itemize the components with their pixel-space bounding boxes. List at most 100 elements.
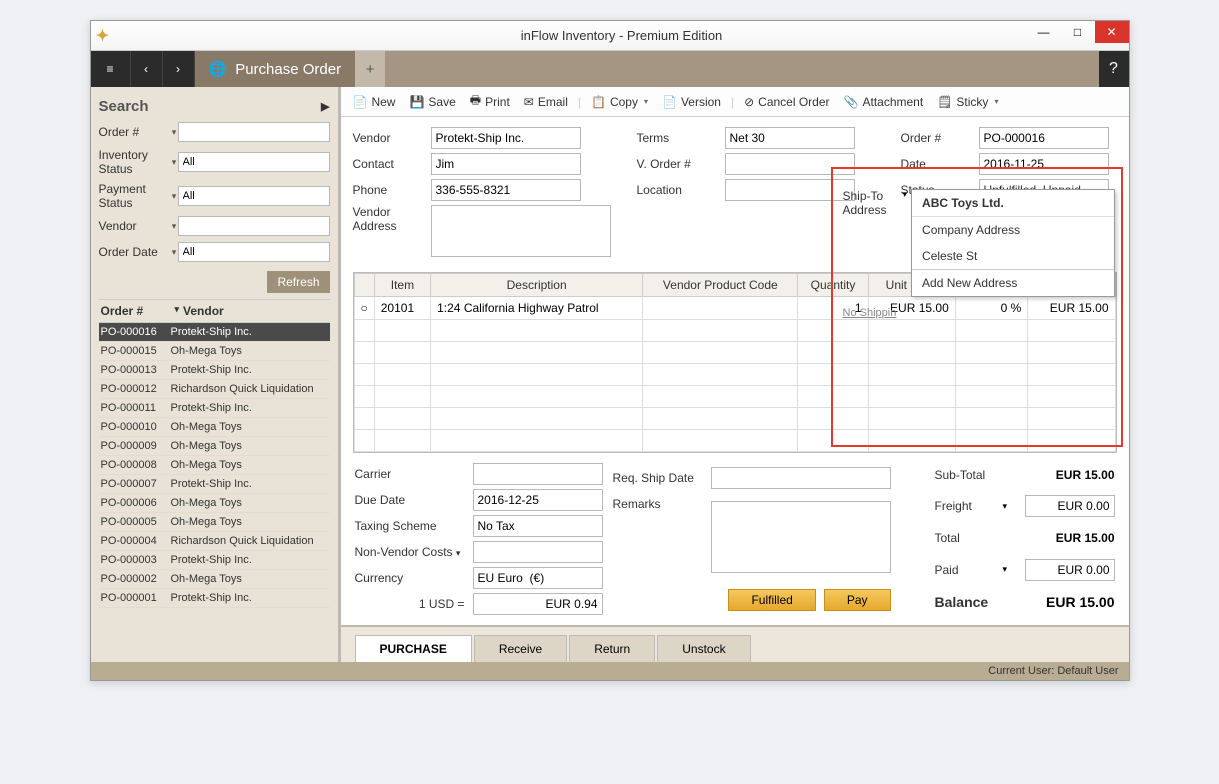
app-logo-icon: ✦ xyxy=(91,26,115,46)
status-bar: Current User: Default User xyxy=(91,662,1129,680)
cancel-icon: ⊘ xyxy=(744,95,754,109)
terms-input[interactable] xyxy=(725,127,855,149)
location-input[interactable] xyxy=(725,179,855,201)
orderno-input[interactable] xyxy=(979,127,1109,149)
shipto-option-addnew[interactable]: Add New Address xyxy=(912,270,1113,296)
remarks-input[interactable] xyxy=(711,501,891,573)
order-row[interactable]: PO-000008Oh-Mega Toys xyxy=(99,456,330,475)
search-header: Search ▶ xyxy=(99,93,330,119)
cancel-order-button[interactable]: ⊘Cancel Order xyxy=(738,93,835,111)
currency-input[interactable] xyxy=(473,567,603,589)
save-button[interactable]: 💾Save xyxy=(403,93,461,111)
phone-input[interactable] xyxy=(431,179,581,201)
copy-icon: 📋 xyxy=(591,95,606,109)
version-icon: 📄 xyxy=(662,95,677,109)
refresh-button[interactable]: Refresh xyxy=(267,271,329,293)
order-row[interactable]: PO-000004Richardson Quick Liquidation xyxy=(99,532,330,551)
order-row[interactable]: PO-000006Oh-Mega Toys xyxy=(99,494,330,513)
email-button[interactable]: ✉Email xyxy=(518,93,574,111)
bottom-form: Carrier Due Date Taxing Scheme Non-Vendo… xyxy=(341,453,1129,625)
window-title: inFlow Inventory - Premium Edition xyxy=(115,28,1129,43)
filter-vendor[interactable] xyxy=(178,216,330,236)
tab-label: Purchase Order xyxy=(235,61,341,78)
new-button[interactable]: 📄New xyxy=(347,93,402,111)
shipto-option-abc[interactable]: ABC Toys Ltd. xyxy=(912,190,1113,217)
carrier-input[interactable] xyxy=(473,463,603,485)
filter-order-input[interactable] xyxy=(178,122,330,142)
version-button[interactable]: 📄Version xyxy=(656,93,727,111)
forward-button[interactable]: › xyxy=(163,51,195,87)
reqship-input[interactable] xyxy=(711,467,891,489)
tab-unstock[interactable]: Unstock xyxy=(657,635,750,662)
freight-input[interactable] xyxy=(1025,495,1115,517)
back-button[interactable]: ‹ xyxy=(131,51,163,87)
attachment-icon: 📎 xyxy=(844,95,859,109)
order-row[interactable]: PO-000013Protekt-Ship Inc. xyxy=(99,361,330,380)
filter-pay-status[interactable] xyxy=(178,186,330,206)
order-row[interactable]: PO-000002Oh-Mega Toys xyxy=(99,570,330,589)
order-row[interactable]: PO-000009Oh-Mega Toys xyxy=(99,437,330,456)
new-tab-button[interactable]: + xyxy=(355,51,385,87)
tab-return[interactable]: Return xyxy=(569,635,655,662)
fulfilled-button[interactable]: Fulfilled xyxy=(728,589,815,611)
close-button[interactable]: ✕ xyxy=(1095,21,1129,43)
paid-input[interactable] xyxy=(1025,559,1115,581)
filter-inv-status[interactable] xyxy=(178,152,330,172)
order-row[interactable]: PO-000012Richardson Quick Liquidation xyxy=(99,380,330,399)
bottom-tabs: PURCHASE Receive Return Unstock xyxy=(341,625,1129,662)
tab-purchase-order[interactable]: 🌐 Purchase Order xyxy=(195,51,356,87)
maximize-button[interactable]: □ xyxy=(1061,21,1095,43)
date-input[interactable] xyxy=(979,153,1109,175)
minimize-button[interactable]: — xyxy=(1027,21,1061,43)
sort-icon[interactable]: ▾ xyxy=(171,304,184,318)
email-icon: ✉ xyxy=(524,95,534,109)
sidebar: Search ▶ Order #▾ Inventory Status▾ Paym… xyxy=(91,87,339,662)
shipto-option-company[interactable]: Company Address xyxy=(912,217,1113,243)
order-row[interactable]: PO-000007Protekt-Ship Inc. xyxy=(99,475,330,494)
titlebar: ✦ inFlow Inventory - Premium Edition — □… xyxy=(91,21,1129,51)
order-row[interactable]: PO-000010Oh-Mega Toys xyxy=(99,418,330,437)
contact-input[interactable] xyxy=(431,153,581,175)
shipto-panel: Ship-To Address ▾ ABC Toys Ltd. Company … xyxy=(843,189,1115,319)
order-row[interactable]: PO-000001Protekt-Ship Inc. xyxy=(99,589,330,608)
row-radio-icon[interactable]: ○ xyxy=(361,301,368,315)
vendor-input[interactable] xyxy=(431,127,581,149)
no-shipping-link[interactable]: No Shippin xyxy=(843,307,897,319)
vorder-input[interactable] xyxy=(725,153,855,175)
help-button[interactable]: ? xyxy=(1099,51,1129,87)
print-button[interactable]: 🖶Print xyxy=(464,89,516,114)
tab-bar: ≡ ‹ › 🌐 Purchase Order + ? xyxy=(91,51,1129,87)
shipto-dropdown-icon[interactable]: ▾ xyxy=(899,189,912,200)
order-row[interactable]: PO-000005Oh-Mega Toys xyxy=(99,513,330,532)
pay-button[interactable]: Pay xyxy=(824,589,891,611)
nvc-input[interactable] xyxy=(473,541,603,563)
globe-icon: 🌐 xyxy=(209,60,228,78)
tax-input[interactable] xyxy=(473,515,603,537)
order-row[interactable]: PO-000003Protekt-Ship Inc. xyxy=(99,551,330,570)
order-row[interactable]: PO-000011Protekt-Ship Inc. xyxy=(99,399,330,418)
tab-receive[interactable]: Receive xyxy=(474,635,567,662)
order-row[interactable]: PO-000015Oh-Mega Toys xyxy=(99,342,330,361)
print-icon: 🖶 xyxy=(470,91,481,112)
shipto-menu: ABC Toys Ltd. Company Address Celeste St… xyxy=(911,189,1114,297)
new-icon: 📄 xyxy=(353,95,368,109)
order-list: PO-000016Protekt-Ship Inc.PO-000015Oh-Me… xyxy=(99,323,330,662)
rate-input[interactable] xyxy=(473,593,603,615)
app-window: ✦ inFlow Inventory - Premium Edition — □… xyxy=(90,20,1130,681)
sticky-icon: 🗒 xyxy=(937,95,952,109)
collapse-icon[interactable]: ▶ xyxy=(321,100,329,113)
sticky-button[interactable]: 🗒Sticky▾ xyxy=(931,93,1004,111)
order-list-header: Order # ▾ Vendor xyxy=(99,299,330,323)
copy-button[interactable]: 📋Copy▾ xyxy=(585,93,654,111)
menu-button[interactable]: ≡ xyxy=(91,51,131,87)
vendor-address-input[interactable] xyxy=(431,205,611,257)
filter-order-date[interactable] xyxy=(178,242,330,262)
content-pane: 📄New 💾Save 🖶Print ✉Email | 📋Copy▾ 📄Versi… xyxy=(339,87,1129,662)
save-icon: 💾 xyxy=(409,95,424,109)
duedate-input[interactable] xyxy=(473,489,603,511)
tab-purchase[interactable]: PURCHASE xyxy=(355,635,472,662)
attachment-button[interactable]: 📎Attachment xyxy=(838,93,930,111)
shipto-option-celeste[interactable]: Celeste St xyxy=(912,243,1113,269)
order-row[interactable]: PO-000016Protekt-Ship Inc. xyxy=(99,323,330,342)
order-form: Vendor Terms Order # Contact V. Order # … xyxy=(341,117,1129,266)
